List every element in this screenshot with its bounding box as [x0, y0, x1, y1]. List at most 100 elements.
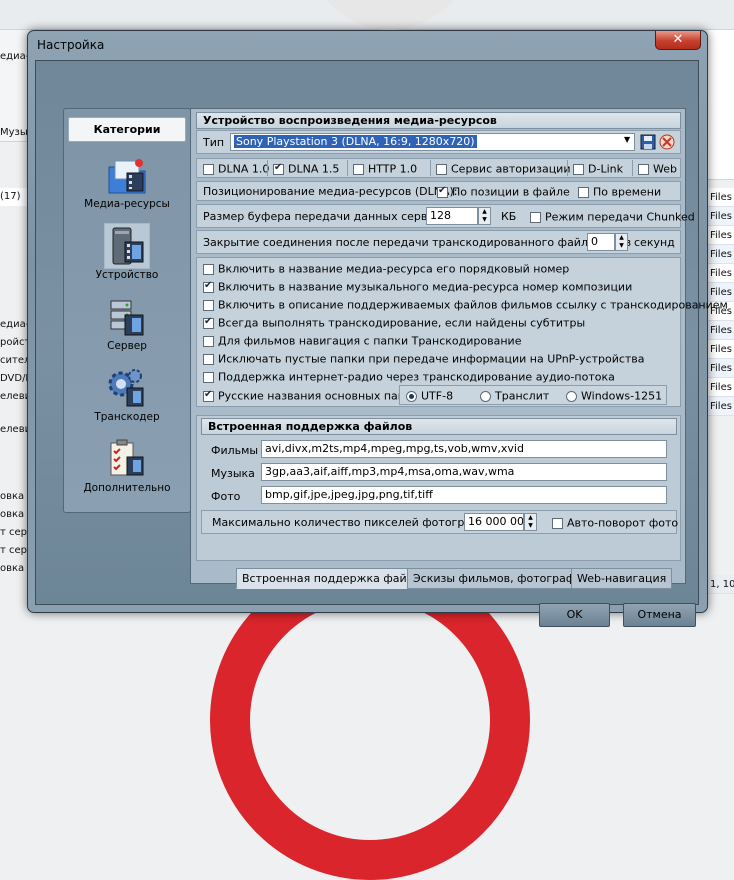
tab-web-navigation[interactable]: Web-навигация: [571, 568, 673, 589]
checkbox[interactable]: [638, 163, 649, 175]
bg-left-row[interactable]: овка с: [0, 488, 28, 506]
cancel-button[interactable]: Отмена: [623, 603, 696, 627]
bg-left-row[interactable]: (17): [0, 188, 28, 206]
bg-status-right: 1, 10 с: [708, 575, 734, 594]
music-extensions-input[interactable]: 3gp,aa3,aif,aiff,mp3,mp4,msa,oma,wav,wma: [261, 463, 667, 481]
checkbox[interactable]: [273, 162, 284, 175]
bg-left-row[interactable]: овка с: [0, 560, 28, 578]
max-pixels-input[interactable]: 16 000 000: [464, 513, 524, 531]
protocol-dlink[interactable]: D-Link: [573, 162, 623, 176]
checkbox[interactable]: [530, 211, 541, 223]
nav-item-server[interactable]: Сервер: [68, 293, 186, 361]
radio-label: Windows-1251: [581, 389, 663, 403]
checkbox[interactable]: [573, 163, 584, 175]
tab-builtin-files[interactable]: Встроенная поддержка файлов: [236, 568, 433, 589]
checkbox[interactable]: [578, 186, 589, 198]
option-row[interactable]: Исключать пустые папки при передаче инфо…: [203, 352, 645, 366]
checkbox[interactable]: [552, 517, 563, 529]
chunked-mode-option[interactable]: Режим передачи Chunked: [530, 210, 695, 224]
photo-extensions-input[interactable]: bmp,gif,jpe,jpeg,jpg,png,tif,tiff: [261, 486, 667, 504]
checkbox[interactable]: [436, 163, 447, 175]
checkbox[interactable]: [353, 163, 364, 175]
nav-item-transcoder[interactable]: Транскодер: [68, 364, 186, 432]
close-delay-spinner[interactable]: ▲ ▼: [615, 233, 628, 251]
bg-right-row[interactable]: Files: [708, 188, 734, 207]
bg-left-row[interactable]: т серв: [0, 524, 28, 542]
checkbox[interactable]: [203, 263, 214, 275]
buffer-size-input[interactable]: 128: [426, 207, 478, 225]
radio[interactable]: [480, 390, 491, 402]
music-label: Музыка: [211, 467, 255, 480]
checkbox[interactable]: [203, 280, 214, 293]
nav-item-media[interactable]: Медиа-ресурсы: [68, 151, 186, 219]
checkbox[interactable]: [203, 353, 214, 365]
encoding-windows1251[interactable]: Windows-1251: [566, 389, 662, 403]
checkbox[interactable]: [203, 163, 214, 175]
reset-settings-icon[interactable]: [659, 134, 675, 150]
checkbox[interactable]: [203, 335, 214, 347]
close-delay-input[interactable]: 0: [587, 233, 615, 251]
nav-header: Категории: [68, 117, 186, 142]
bg-right-row[interactable]: Files: [708, 226, 734, 245]
movies-extensions-input[interactable]: avi,divx,m2ts,mp4,mpeg,mpg,ts,vob,wmv,xv…: [261, 440, 667, 458]
option-row[interactable]: Включить в название музыкального медиа-р…: [203, 280, 632, 294]
device-type-select[interactable]: Sony Playstation 3 (DLNA, 16:9, 1280x720…: [230, 133, 635, 151]
protocol-auth-service[interactable]: Сервис авторизации: [436, 162, 570, 176]
checkbox[interactable]: [203, 299, 214, 311]
nav-item-device[interactable]: Устройство: [68, 222, 186, 290]
radio[interactable]: [566, 390, 577, 402]
save-icon[interactable]: [640, 134, 656, 150]
checkbox[interactable]: [203, 316, 214, 329]
encoding-translit[interactable]: Транслит: [480, 389, 549, 403]
option-row[interactable]: Всегда выполнять транскодирование, если …: [203, 316, 585, 330]
bg-left-row[interactable]: DVD/B: [0, 370, 28, 388]
bg-left-row[interactable]: ройств: [0, 334, 28, 352]
protocol-dlna15[interactable]: DLNA 1.5: [273, 162, 339, 176]
option-row[interactable]: Включить в название медиа-ресурса его по…: [203, 262, 569, 276]
bg-left-row[interactable]: сител: [0, 352, 28, 370]
pos-by-file-option[interactable]: По позиции в файле: [437, 185, 570, 199]
bg-right-row[interactable]: Files: [708, 359, 734, 378]
nav-item-label: Дополнительно: [83, 482, 171, 494]
bg-right-row[interactable]: Files: [708, 321, 734, 340]
encoding-utf8[interactable]: UTF-8: [406, 389, 453, 403]
option-row[interactable]: Русские названия основных папок: [203, 389, 418, 403]
bg-left-row[interactable]: едиа-р: [0, 316, 28, 334]
max-pixels-spinner[interactable]: ▲ ▼: [524, 513, 537, 531]
nav-item-extras[interactable]: Дополнительно: [68, 435, 186, 503]
checkbox[interactable]: [203, 389, 214, 402]
option-row[interactable]: Включить в описание поддерживаемых файло…: [203, 298, 728, 312]
radio[interactable]: [406, 390, 417, 402]
close-button[interactable]: ✕: [655, 31, 701, 50]
bg-right-row[interactable]: Files: [708, 264, 734, 283]
type-row: Тип Sony Playstation 3 (DLNA, 16:9, 1280…: [196, 130, 681, 154]
bg-left-row[interactable]: елеви: [0, 388, 28, 406]
bg-right-panel: [708, 30, 734, 180]
protocol-row: DLNA 1.0 DLNA 1.5 HTTP 1.0 Сервис автори…: [196, 158, 681, 178]
bg-left-row[interactable]: т серв: [0, 542, 28, 560]
protocol-http10[interactable]: HTTP 1.0: [353, 162, 417, 176]
bg-left-row[interactable]: овка с: [0, 506, 28, 524]
dropdown-arrow-icon[interactable]: ▼: [624, 135, 630, 144]
tab-thumbnails[interactable]: Эскизы фильмов, фотографий: [407, 568, 596, 589]
buffer-spinner[interactable]: ▲ ▼: [478, 207, 491, 225]
pos-by-time-option[interactable]: По времени: [578, 185, 661, 199]
bg-right-row[interactable]: Files: [708, 378, 734, 397]
bg-right-row[interactable]: Files: [708, 245, 734, 264]
option-row[interactable]: Для фильмов навигация с папки Транскодир…: [203, 334, 521, 348]
ok-button[interactable]: OK: [539, 603, 610, 627]
buffer-row: Размер буфера передачи данных сервера 12…: [196, 204, 695, 228]
bg-left-row[interactable]: елеви: [0, 421, 28, 439]
positioning-label: Позиционирование медиа-ресурсов (DLNA):: [203, 185, 458, 198]
protocol-web[interactable]: Web: [638, 162, 677, 176]
bg-right-row[interactable]: Files: [708, 207, 734, 226]
autorotate-option[interactable]: Авто-поворот фото: [552, 516, 678, 530]
option-label: Для фильмов навигация с папки Транскодир…: [218, 334, 522, 348]
option-row[interactable]: Поддержка интернет-радио через транскоди…: [203, 370, 615, 384]
checkbox[interactable]: [203, 371, 214, 383]
bg-right-row[interactable]: Files: [708, 397, 734, 416]
checkbox-label: Сервис авторизации: [451, 162, 571, 176]
checkbox[interactable]: [437, 185, 448, 198]
bg-right-row[interactable]: Files: [708, 340, 734, 359]
protocol-dlna10[interactable]: DLNA 1.0: [203, 162, 269, 176]
